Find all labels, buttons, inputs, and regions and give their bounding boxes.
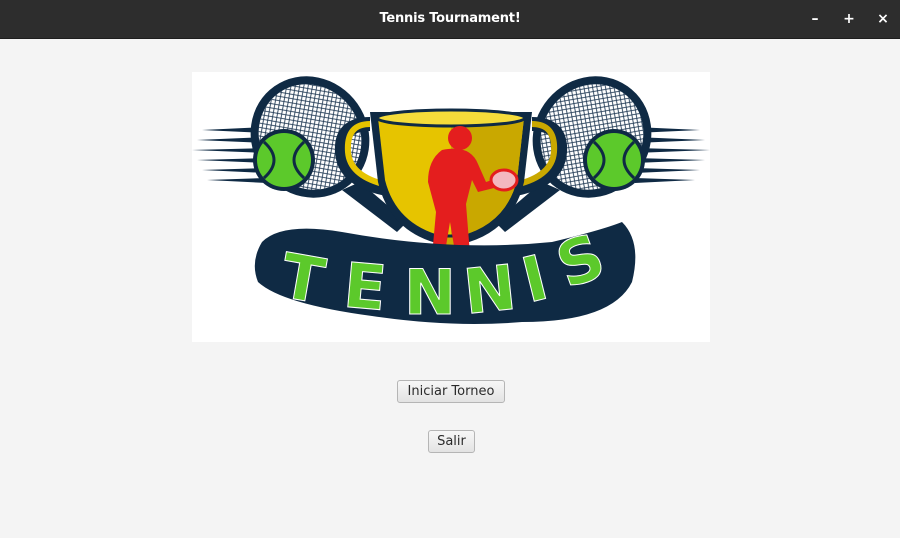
svg-text:E: E — [341, 249, 390, 325]
window-title: Tennis Tournament! — [379, 11, 521, 26]
tennis-logo-graphic: T E N N I S — [192, 76, 710, 330]
svg-text:N: N — [404, 256, 456, 329]
tennis-ball-left — [253, 129, 315, 191]
tennis-ball-right — [583, 129, 645, 191]
start-tournament-button[interactable]: Iniciar Torneo — [397, 380, 505, 403]
app-window: Tennis Tournament! – + × T E N N I S Ini… — [0, 0, 900, 538]
main-content: T E N N I S Iniciar Torneo Salir — [0, 39, 900, 538]
svg-text:N: N — [460, 251, 519, 329]
title-bar[interactable]: Tennis Tournament! – + × — [0, 0, 900, 39]
close-icon[interactable]: × — [874, 10, 892, 28]
maximize-icon[interactable]: + — [840, 10, 858, 28]
tennis-logo-image: T E N N I S — [192, 72, 710, 342]
minimize-icon[interactable]: – — [806, 10, 824, 28]
exit-button[interactable]: Salir — [428, 430, 475, 453]
